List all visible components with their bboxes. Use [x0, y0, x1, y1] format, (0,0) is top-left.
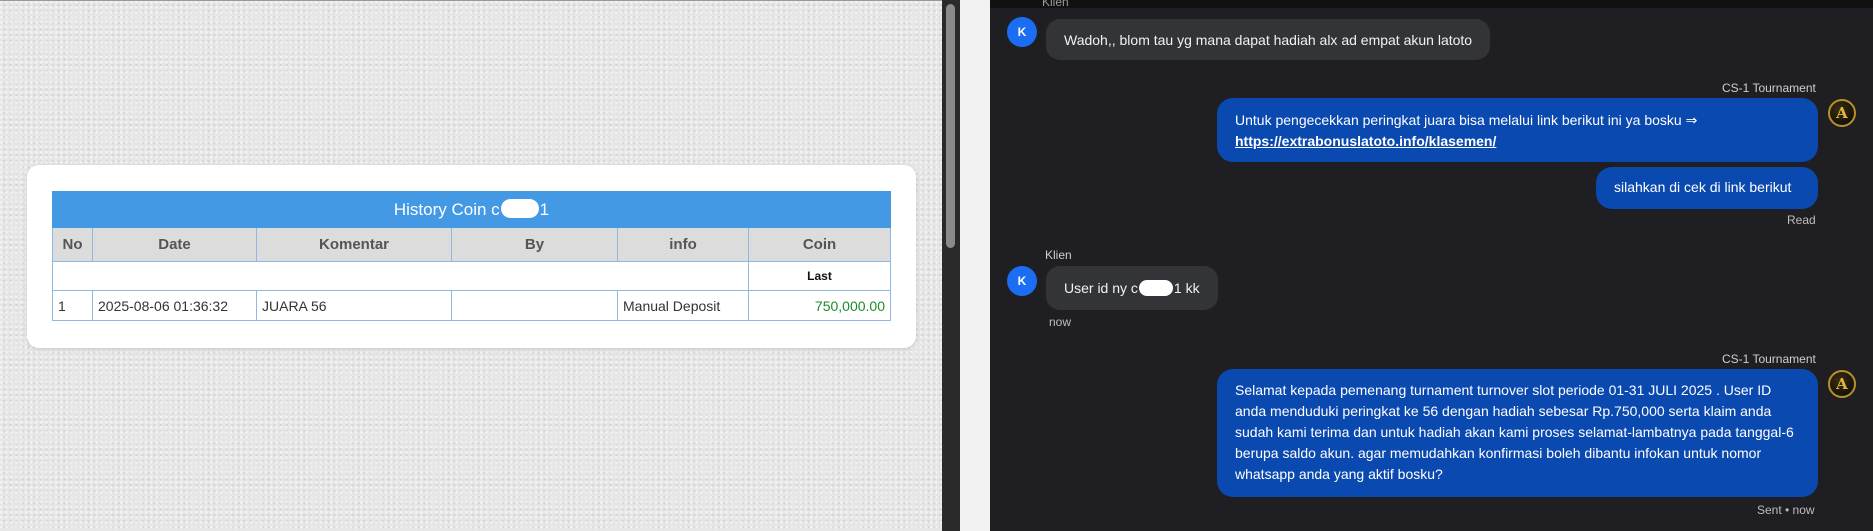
column-header-coin[interactable]: Coin	[748, 227, 891, 262]
coin-history-card: History Coin c 1 No Date Komentar By info…	[27, 165, 916, 348]
incoming-message-bubble[interactable]: User id ny c 1 kk	[1046, 266, 1218, 310]
subheader-empty	[52, 261, 749, 291]
outgoing-message-bubble[interactable]: Selamat kepada pemenang turnament turnov…	[1217, 369, 1818, 497]
incoming-message-bubble[interactable]: Wadoh,, blom tau yg mana dapat hadiah al…	[1046, 19, 1491, 60]
agent-sender-name: CS-1 Tournament	[1722, 352, 1816, 366]
column-header-by[interactable]: By	[451, 227, 618, 262]
read-status: Read	[1787, 213, 1816, 227]
agent-avatar-letter: A	[1836, 375, 1848, 393]
admin-page-background: History Coin c 1 No Date Komentar By info…	[0, 0, 942, 531]
outgoing-message-bubble[interactable]: silahkan di cek di link berikut	[1596, 167, 1818, 209]
redaction-mask	[1138, 280, 1173, 296]
cell-no: 1	[52, 290, 93, 321]
column-header-komentar[interactable]: Komentar	[256, 227, 452, 262]
title-suffix: 1	[539, 200, 550, 219]
message-text: Selamat kepada pemenang turnament turnov…	[1235, 382, 1794, 482]
redaction-mask	[500, 199, 539, 218]
sent-status: Sent • now	[1757, 503, 1815, 517]
panel-divider	[960, 0, 990, 531]
cell-by	[451, 290, 618, 321]
client-sender-name: Klien	[1045, 248, 1072, 262]
message-text: Untuk pengecekkan peringkat juara bisa m…	[1235, 112, 1698, 128]
client-avatar[interactable]: K	[1007, 17, 1037, 47]
agent-avatar-letter: A	[1836, 104, 1848, 122]
cut-off-sender-name: Klien	[1042, 0, 1069, 8]
column-header-date[interactable]: Date	[92, 227, 257, 262]
table-header-row: No Date Komentar By info Coin	[52, 227, 891, 262]
outgoing-message-bubble[interactable]: Untuk pengecekkan peringkat juara bisa m…	[1217, 98, 1818, 162]
cell-info: Manual Deposit	[617, 290, 749, 321]
message-text-suffix: 1 kk	[1173, 280, 1200, 296]
agent-avatar[interactable]: A	[1828, 99, 1856, 127]
column-header-info[interactable]: info	[617, 227, 749, 262]
table-subheader-row: Last	[52, 261, 891, 291]
agent-avatar[interactable]: A	[1828, 370, 1856, 398]
message-text: silahkan di cek di link berikut	[1614, 179, 1792, 195]
message-text-prefix: User id ny c	[1064, 280, 1138, 296]
client-avatar[interactable]: K	[1007, 266, 1037, 296]
message-text: Wadoh,, blom tau yg mana dapat hadiah al…	[1064, 31, 1473, 48]
title-prefix: History Coin c	[393, 200, 500, 219]
table-row[interactable]: 1 2025-08-06 01:36:32 JUARA 56 Manual De…	[52, 290, 891, 321]
scrollbar-thumb[interactable]	[946, 4, 955, 248]
klasemen-link[interactable]: https://extrabonuslatoto.info/klasemen/	[1235, 133, 1496, 149]
subheader-last: Last	[748, 261, 891, 291]
message-time: now	[1049, 315, 1072, 329]
coin-history-title: History Coin c 1	[52, 191, 891, 228]
coin-history-table: History Coin c 1 No Date Komentar By info…	[52, 191, 891, 321]
cell-coin: 750,000.00	[748, 290, 891, 321]
agent-sender-name: CS-1 Tournament	[1722, 81, 1816, 95]
cell-komentar: JUARA 56	[256, 290, 452, 321]
column-header-no[interactable]: No	[52, 227, 93, 262]
cell-date: 2025-08-06 01:36:32	[92, 290, 257, 321]
